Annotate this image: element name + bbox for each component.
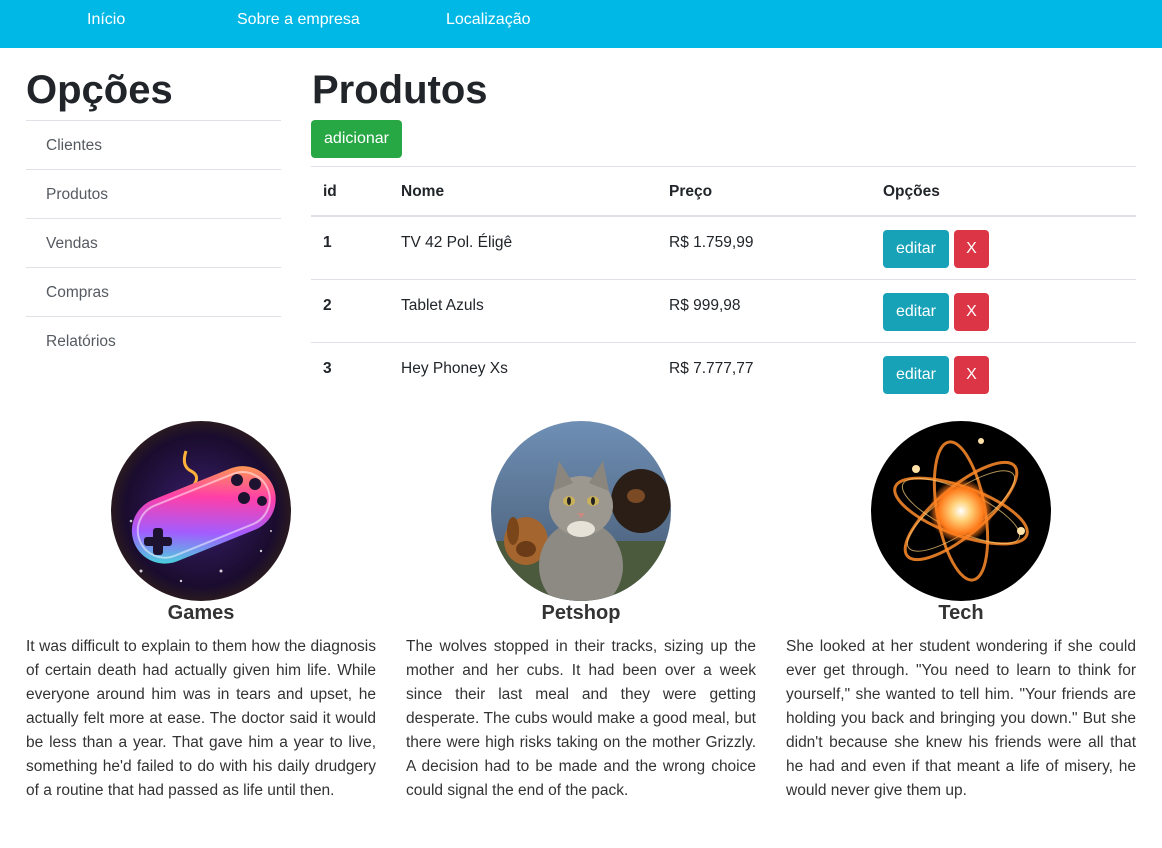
add-product-button[interactable]: adicionar [311, 120, 402, 158]
sidebar-item-relatorios[interactable]: Relatórios [26, 317, 281, 366]
sidebar-menu: Clientes Produtos Vendas Compras Relatór… [26, 120, 281, 366]
edit-button[interactable]: editar [883, 230, 949, 268]
row-preco: R$ 7.777,77 [669, 360, 754, 377]
row-id: 3 [323, 360, 332, 377]
card-title: Games [167, 602, 235, 624]
cat-and-dogs-photo [491, 421, 671, 601]
top-navbar: Início Sobre a empresa Localização [0, 0, 1162, 48]
edit-button[interactable]: editar [883, 293, 949, 331]
edit-button[interactable]: editar [883, 356, 949, 394]
gamepad-neon-image [111, 421, 291, 601]
nav-link-inicio[interactable]: Início [87, 11, 125, 29]
table-row: 1 TV 42 Pol. Éligê R$ 1.759,99 editar X [311, 217, 1136, 280]
sidebar-item-compras[interactable]: Compras [26, 268, 281, 317]
table-header: id Nome Preço Opções [311, 167, 1136, 217]
products-table: id Nome Preço Opções 1 TV 42 Pol. Éligê … [311, 166, 1136, 406]
row-nome: Tablet Azuls [401, 297, 484, 314]
sidebar-item-vendas[interactable]: Vendas [26, 219, 281, 268]
card-text: It was difficult to explain to them how … [26, 638, 376, 799]
row-nome: TV 42 Pol. Éligê [401, 234, 513, 251]
card-text: The wolves stopped in their tracks, sizi… [406, 638, 756, 799]
table-row: 2 Tablet Azuls R$ 999,98 editar X [311, 280, 1136, 343]
row-id: 1 [323, 234, 332, 251]
atom-glow-image [871, 421, 1051, 601]
delete-button[interactable]: X [954, 230, 989, 268]
row-preco: R$ 1.759,99 [669, 234, 754, 251]
table-row: 3 Hey Phoney Xs R$ 7.777,77 editar X [311, 343, 1136, 406]
row-id: 2 [323, 297, 332, 314]
sidebar-title: Opções [26, 68, 173, 112]
header-opcoes: Opções [883, 183, 940, 200]
delete-button[interactable]: X [954, 356, 989, 394]
header-nome: Nome [401, 183, 445, 200]
card-text: She looked at her student wondering if s… [786, 638, 1136, 799]
row-nome: Hey Phoney Xs [401, 360, 508, 377]
page-title: Produtos [312, 68, 488, 112]
nav-link-sobre-empresa[interactable]: Sobre a empresa [237, 11, 360, 29]
sidebar-item-clientes[interactable]: Clientes [26, 121, 281, 170]
header-id: id [323, 183, 337, 200]
delete-button[interactable]: X [954, 293, 989, 331]
card-title: Tech [938, 602, 984, 624]
card-title: Petshop [541, 602, 621, 624]
sidebar-item-produtos[interactable]: Produtos [26, 170, 281, 219]
row-preco: R$ 999,98 [669, 297, 741, 314]
nav-link-localizacao[interactable]: Localização [446, 11, 531, 29]
header-preco: Preço [669, 183, 713, 200]
